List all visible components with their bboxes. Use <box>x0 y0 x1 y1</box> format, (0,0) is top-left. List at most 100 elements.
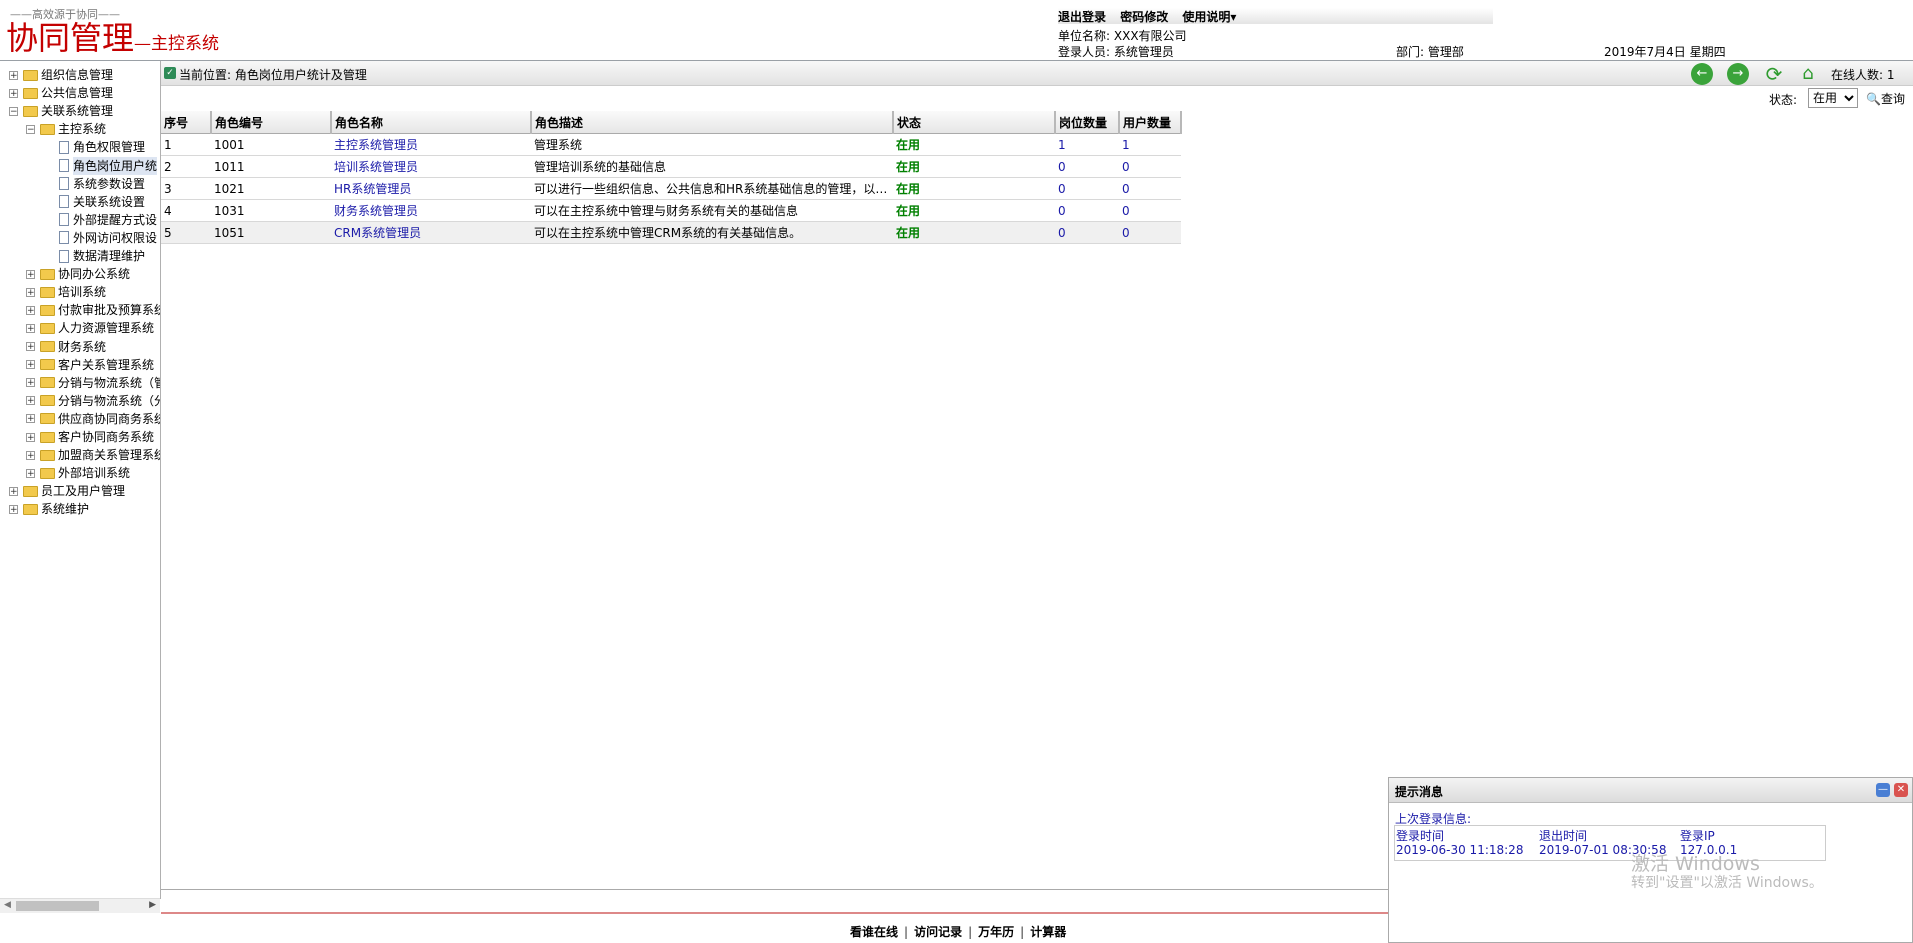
scroll-left-icon[interactable]: ◀ <box>4 900 11 910</box>
table-row[interactable]: 3 1021 HR系统管理员 可以进行一些组织信息、公共信息和HR系统基础信息的管理，… <box>161 177 1181 200</box>
tree-item-label: 外部培训系统 <box>58 466 131 481</box>
tree-item[interactable]: 角色权限管理 <box>56 138 145 156</box>
calendar-link[interactable]: 万年历 <box>978 925 1014 939</box>
column-header[interactable]: 用户数量 <box>1119 111 1182 134</box>
tree-item[interactable]: 外部提醒方式设 <box>56 211 157 229</box>
tree-item[interactable]: 角色岗位用户统 <box>56 156 158 175</box>
tree-item[interactable]: + 协同办公系统 <box>26 265 130 283</box>
tree-item[interactable]: + 员工及用户管理 <box>9 482 125 500</box>
tree-item[interactable]: 外网访问权限设 <box>56 229 157 247</box>
who-online-link[interactable]: 看谁在线 <box>850 925 898 939</box>
tree-item[interactable]: 系统参数设置 <box>56 175 145 193</box>
expand-icon[interactable]: + <box>26 378 35 388</box>
tree-item[interactable]: + 客户关系管理系统 <box>26 356 154 374</box>
back-icon[interactable]: ← <box>1691 63 1713 85</box>
change-password-link[interactable]: 密码修改 <box>1120 10 1168 24</box>
expand-icon[interactable]: + <box>9 88 18 98</box>
expand-icon[interactable]: + <box>26 305 35 315</box>
expand-icon[interactable]: + <box>26 360 35 370</box>
folder-icon <box>40 449 55 461</box>
expand-icon[interactable]: + <box>26 432 35 442</box>
notification-popup: 提示消息 — ✕ 上次登录信息: 登录时间 退出时间 登录IP 2019-06-… <box>1388 777 1913 943</box>
expand-icon[interactable]: + <box>9 486 18 496</box>
user-count-link[interactable]: 0 <box>1119 199 1181 222</box>
user-count-link[interactable]: 0 <box>1119 221 1181 244</box>
role-name-link[interactable]: 财务系统管理员 <box>331 199 531 222</box>
tree-item[interactable]: 关联系统设置 <box>56 193 145 211</box>
home-icon[interactable]: ⌂ <box>1797 63 1819 85</box>
tree-item[interactable]: − 主控系统 <box>26 120 106 138</box>
status-select[interactable]: 在用 <box>1808 88 1858 108</box>
expand-icon[interactable]: + <box>26 323 35 333</box>
table-row[interactable]: 1 1001 主控系统管理员 管理系统 在用 1 1 <box>161 133 1181 156</box>
table-row[interactable]: 5 1051 CRM系统管理员 可以在主控系统中管理CRM系统的有关基础信息。 在用 0 0 <box>161 221 1181 244</box>
scroll-right-icon[interactable]: ▶ <box>149 900 156 910</box>
tree-item[interactable]: + 培训系统 <box>26 283 106 301</box>
access-log-link[interactable]: 访问记录 <box>914 925 962 939</box>
column-header[interactable]: 序号 <box>161 111 212 134</box>
tree-item[interactable]: + 加盟商关系管理系统 <box>26 446 160 464</box>
expand-icon[interactable]: + <box>26 468 35 478</box>
tree-item[interactable]: + 组织信息管理 <box>9 66 113 84</box>
help-link[interactable]: 使用说明▾ <box>1182 10 1236 24</box>
tree-item[interactable]: + 系统维护 <box>9 500 89 518</box>
role-name-link[interactable]: HR系统管理员 <box>331 177 531 200</box>
minimize-icon[interactable]: — <box>1876 783 1890 797</box>
tree-item[interactable]: − 关联系统管理 <box>9 102 113 120</box>
collapse-icon[interactable]: − <box>26 124 35 134</box>
column-header[interactable]: 岗位数量 <box>1055 111 1120 134</box>
user-count-link[interactable]: 0 <box>1119 155 1181 178</box>
expand-icon[interactable]: + <box>26 287 35 297</box>
document-icon <box>59 213 69 227</box>
post-count-link[interactable]: 0 <box>1055 155 1119 178</box>
expand-icon[interactable]: + <box>26 269 35 279</box>
table-cell: 5 <box>161 221 211 244</box>
current-date: 2019年7月4日 星期四 <box>1604 45 1726 59</box>
expand-icon[interactable]: + <box>9 504 18 514</box>
user-count-link[interactable]: 1 <box>1119 133 1181 156</box>
collapse-icon[interactable]: − <box>9 106 18 116</box>
expand-icon[interactable]: + <box>26 450 35 460</box>
tree-horizontal-scrollbar[interactable]: ◀ ▶ <box>0 898 160 913</box>
forward-icon[interactable]: → <box>1727 63 1749 85</box>
table-cell: 管理培训系统的基础信息 <box>531 155 893 178</box>
dept-name: 管理部 <box>1427 45 1464 59</box>
post-count-link[interactable]: 0 <box>1055 199 1119 222</box>
logout-link[interactable]: 退出登录 <box>1058 10 1106 24</box>
tree-item-label: 系统参数设置 <box>73 176 146 191</box>
role-name-link[interactable]: CRM系统管理员 <box>331 221 531 244</box>
tree-item[interactable]: + 付款审批及预算系统 <box>26 301 160 319</box>
column-header[interactable]: 状态 <box>893 111 1056 134</box>
tree-item[interactable]: + 供应商协同商务系统 <box>26 410 160 428</box>
tree-item[interactable]: + 分销与物流系统（分 <box>26 392 160 410</box>
close-icon[interactable]: ✕ <box>1894 783 1908 797</box>
expand-icon[interactable]: + <box>26 396 35 406</box>
tree-item[interactable]: + 人力资源管理系统 <box>26 319 154 337</box>
expand-icon[interactable]: + <box>26 342 35 352</box>
role-name-link[interactable]: 培训系统管理员 <box>331 155 531 178</box>
tree-item[interactable]: 数据清理维护 <box>56 247 145 265</box>
post-count-link[interactable]: 1 <box>1055 133 1119 156</box>
tree-item[interactable]: + 客户协同商务系统 <box>26 428 154 446</box>
refresh-icon[interactable]: ⟳ <box>1763 63 1785 85</box>
tree-item-label: 财务系统 <box>58 339 107 354</box>
expand-icon[interactable]: + <box>9 70 18 80</box>
tree-item[interactable]: + 财务系统 <box>26 338 106 356</box>
table-row[interactable]: 2 1011 培训系统管理员 管理培训系统的基础信息 在用 0 0 <box>161 155 1181 178</box>
post-count-link[interactable]: 0 <box>1055 221 1119 244</box>
column-header[interactable]: 角色描述 <box>531 111 894 134</box>
column-header[interactable]: 角色名称 <box>331 111 532 134</box>
tree-item[interactable]: + 公共信息管理 <box>9 84 113 102</box>
query-button[interactable]: 🔍查询 <box>1866 90 1905 107</box>
tree-item[interactable]: + 分销与物流系统（管 <box>26 374 160 392</box>
scroll-thumb[interactable] <box>16 901 99 911</box>
column-header[interactable]: 角色编号 <box>211 111 332 134</box>
table-row[interactable]: 4 1031 财务系统管理员 可以在主控系统中管理与财务系统有关的基础信息 在用 0 0 <box>161 199 1181 222</box>
folder-icon <box>40 395 55 407</box>
tree-item[interactable]: + 外部培训系统 <box>26 464 130 482</box>
user-count-link[interactable]: 0 <box>1119 177 1181 200</box>
post-count-link[interactable]: 0 <box>1055 177 1119 200</box>
expand-icon[interactable]: + <box>26 414 35 424</box>
role-name-link[interactable]: 主控系统管理员 <box>331 133 531 156</box>
calculator-link[interactable]: 计算器 <box>1030 925 1066 939</box>
